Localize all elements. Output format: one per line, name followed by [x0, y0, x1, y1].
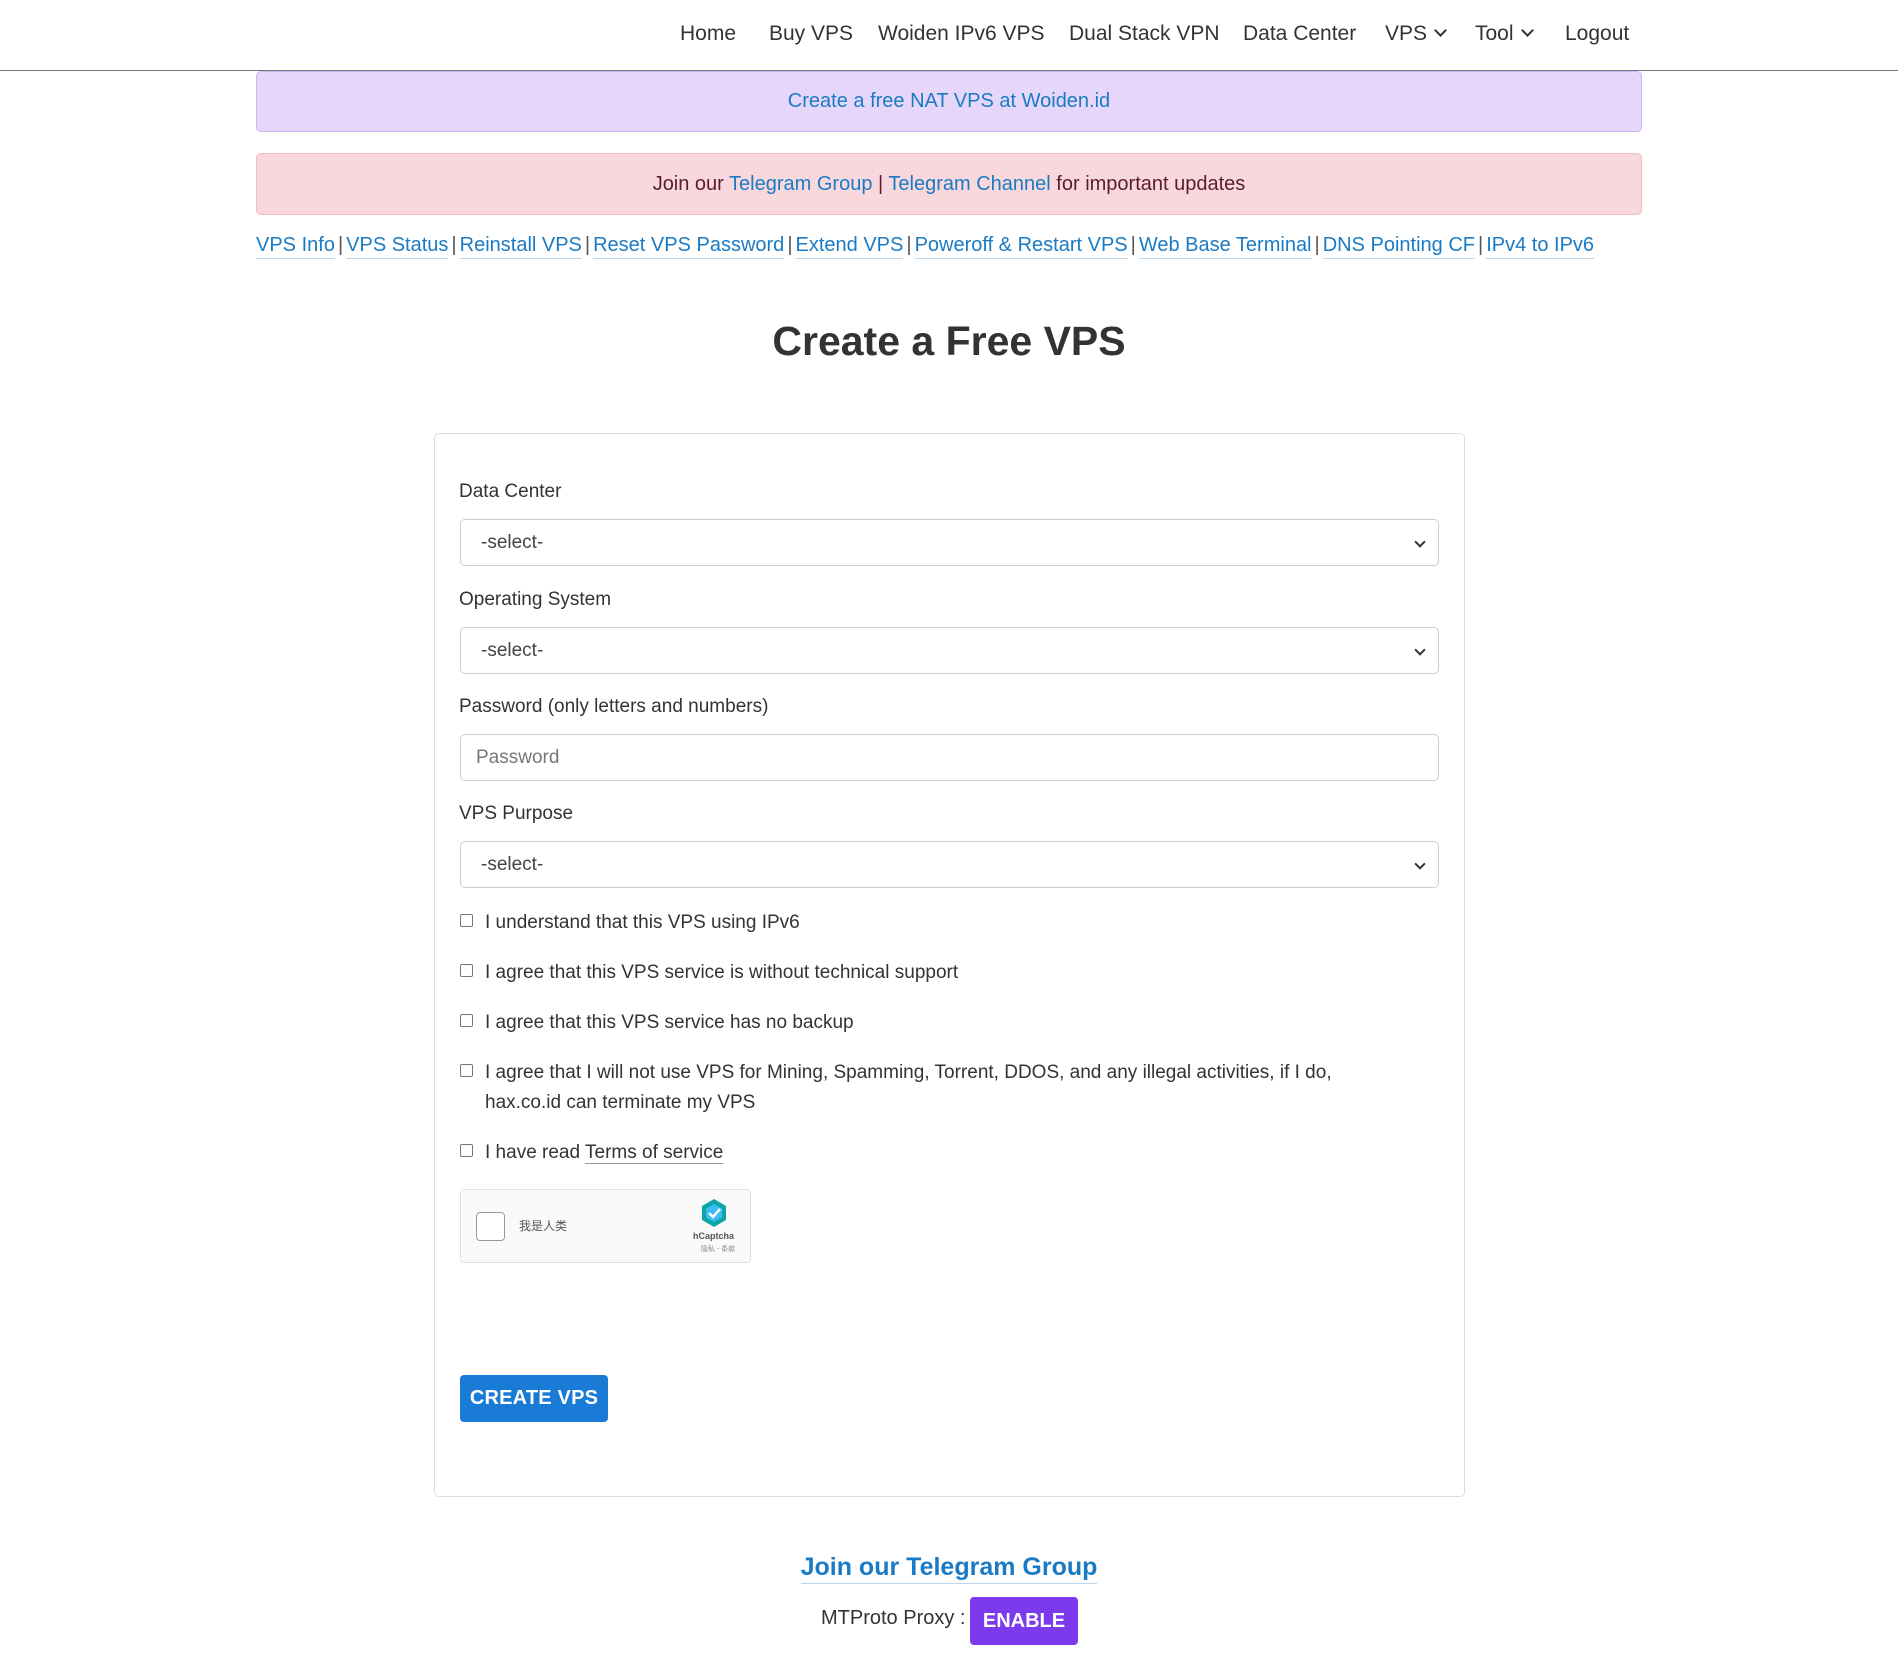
no-backup-agreement-row: I agree that this VPS service has no bac… — [460, 1008, 1420, 1038]
acceptable-use-agreement-label: I agree that I will not use VPS for Mini… — [485, 1062, 1332, 1113]
nav-logout[interactable]: Logout — [1565, 0, 1629, 68]
tos-agreement-checkbox[interactable] — [460, 1144, 473, 1157]
nat-vps-alert: Create a free NAT VPS at Woiden.id — [256, 71, 1642, 132]
hcaptcha-brand: hCaptcha — [693, 1231, 735, 1241]
acceptable-use-agreement-checkbox[interactable] — [460, 1064, 473, 1077]
no-support-agreement-label: I agree that this VPS service is without… — [485, 962, 959, 983]
link-separator: | — [584, 234, 591, 256]
nav-vps-dropdown[interactable]: VPS — [1385, 0, 1447, 68]
link-separator: | — [906, 234, 912, 256]
telegram-alert-separator: | — [872, 173, 889, 195]
hcaptcha-checkbox[interactable] — [476, 1212, 505, 1241]
telegram-group-footer-link[interactable]: Join our Telegram Group — [800, 1553, 1098, 1584]
nav-dual-stack-vpn[interactable]: Dual Stack VPN — [1069, 0, 1220, 68]
chevron-down-icon — [1520, 24, 1534, 37]
telegram-alert-prefix: Join our — [652, 173, 730, 195]
password-input[interactable] — [460, 734, 1439, 781]
os-select-value: -select- — [481, 640, 544, 661]
telegram-channel-link[interactable]: Telegram Channel — [888, 173, 1050, 195]
link-separator: | — [787, 234, 793, 256]
nav-home[interactable]: Home — [680, 0, 736, 68]
link-separator: | — [1314, 234, 1320, 256]
hcaptcha-widget: 我是人类 hCaptcha 隐私 - 条款 — [460, 1189, 751, 1263]
tos-agreement-label: I have read Terms of service — [485, 1138, 1420, 1168]
nav-tool-label: Tool — [1475, 22, 1514, 45]
password-label: Password (only letters and numbers) — [459, 696, 769, 717]
no-backup-agreement-label: I agree that this VPS service has no bac… — [485, 1012, 854, 1033]
link-extend-vps[interactable]: Extend VPS — [795, 234, 904, 259]
link-reset-vps-password[interactable]: Reset VPS Password — [593, 234, 785, 259]
nav-tool-dropdown[interactable]: Tool — [1475, 0, 1534, 68]
purpose-label: VPS Purpose — [459, 803, 574, 824]
datacenter-label: Data Center — [459, 481, 562, 502]
nav-woiden-ipv6-vps[interactable]: Woiden IPv6 VPS — [878, 0, 1045, 68]
link-vps-status[interactable]: VPS Status — [346, 234, 449, 259]
nav-vps-label: VPS — [1385, 22, 1428, 45]
hcaptcha-terms-link[interactable]: 隐私 - 条款 — [701, 1244, 735, 1254]
link-vps-info[interactable]: VPS Info — [256, 234, 335, 259]
chevron-down-icon — [1414, 644, 1426, 656]
tos-agreement-row: I have read Terms of service — [460, 1138, 1420, 1168]
ipv6-agreement-row: I understand that this VPS using IPv6 — [460, 908, 1420, 938]
nav-data-center[interactable]: Data Center — [1243, 0, 1356, 68]
tos-prefix: I have read — [485, 1142, 586, 1163]
page-title: Create a Free VPS — [772, 318, 1126, 364]
quick-links-bar: VPS Info | VPS Status | Reinstall VPS | Reset … — [256, 234, 1595, 266]
no-backup-agreement-checkbox[interactable] — [460, 1014, 473, 1027]
telegram-join-footer: Join our Telegram Group — [0, 1553, 1898, 1584]
link-separator: | — [337, 234, 344, 256]
mtproto-enable-button[interactable]: ENABLE — [970, 1597, 1078, 1645]
create-vps-button[interactable]: CREATE VPS — [460, 1375, 608, 1422]
telegram-alert-suffix: for important updates — [1050, 173, 1246, 195]
ipv6-agreement-checkbox[interactable] — [460, 914, 473, 927]
mtproto-proxy-label: MTProto Proxy : — [821, 1607, 966, 1629]
link-separator: | — [1130, 234, 1136, 256]
chevron-down-icon — [1434, 24, 1447, 37]
ipv6-agreement-label: I understand that this VPS using IPv6 — [485, 912, 800, 933]
link-ipv4-to-ipv6[interactable]: IPv4 to IPv6 — [1486, 234, 1595, 259]
datacenter-select[interactable]: -select- — [460, 519, 1439, 566]
link-separator: | — [1478, 234, 1484, 256]
hcaptcha-label: 我是人类 — [519, 1219, 568, 1233]
hcaptcha-logo-icon — [702, 1199, 726, 1227]
terms-of-service-link[interactable]: Terms of service — [585, 1142, 724, 1164]
telegram-alert: Join our Telegram Group | Telegram Chann… — [256, 153, 1642, 215]
datacenter-select-value: -select- — [481, 532, 544, 553]
link-separator: | — [451, 234, 457, 256]
acceptable-use-agreement-row: I agree that I will not use VPS for Mini… — [460, 1058, 1380, 1118]
no-support-agreement-row: I agree that this VPS service is without… — [460, 958, 1420, 988]
os-select[interactable]: -select- — [460, 627, 1439, 674]
link-dns-pointing-cf[interactable]: DNS Pointing CF — [1322, 234, 1475, 259]
nat-vps-link[interactable]: Create a free NAT VPS at Woiden.id — [788, 90, 1110, 112]
purpose-select[interactable]: -select- — [460, 841, 1439, 888]
nav-buy-vps[interactable]: Buy VPS — [769, 0, 853, 68]
link-poweroff-restart-vps[interactable]: Poweroff & Restart VPS — [914, 234, 1128, 259]
link-reinstall-vps[interactable]: Reinstall VPS — [459, 234, 582, 259]
link-web-base-terminal[interactable]: Web Base Terminal — [1138, 234, 1312, 259]
top-navbar: Home Buy VPS Woiden IPv6 VPS Dual Stack … — [0, 0, 1898, 71]
purpose-select-value: -select- — [481, 854, 544, 875]
telegram-group-link[interactable]: Telegram Group — [729, 173, 872, 195]
chevron-down-icon — [1414, 536, 1426, 548]
no-support-agreement-checkbox[interactable] — [460, 964, 473, 977]
chevron-down-icon — [1414, 858, 1426, 870]
os-label: Operating System — [459, 589, 612, 610]
